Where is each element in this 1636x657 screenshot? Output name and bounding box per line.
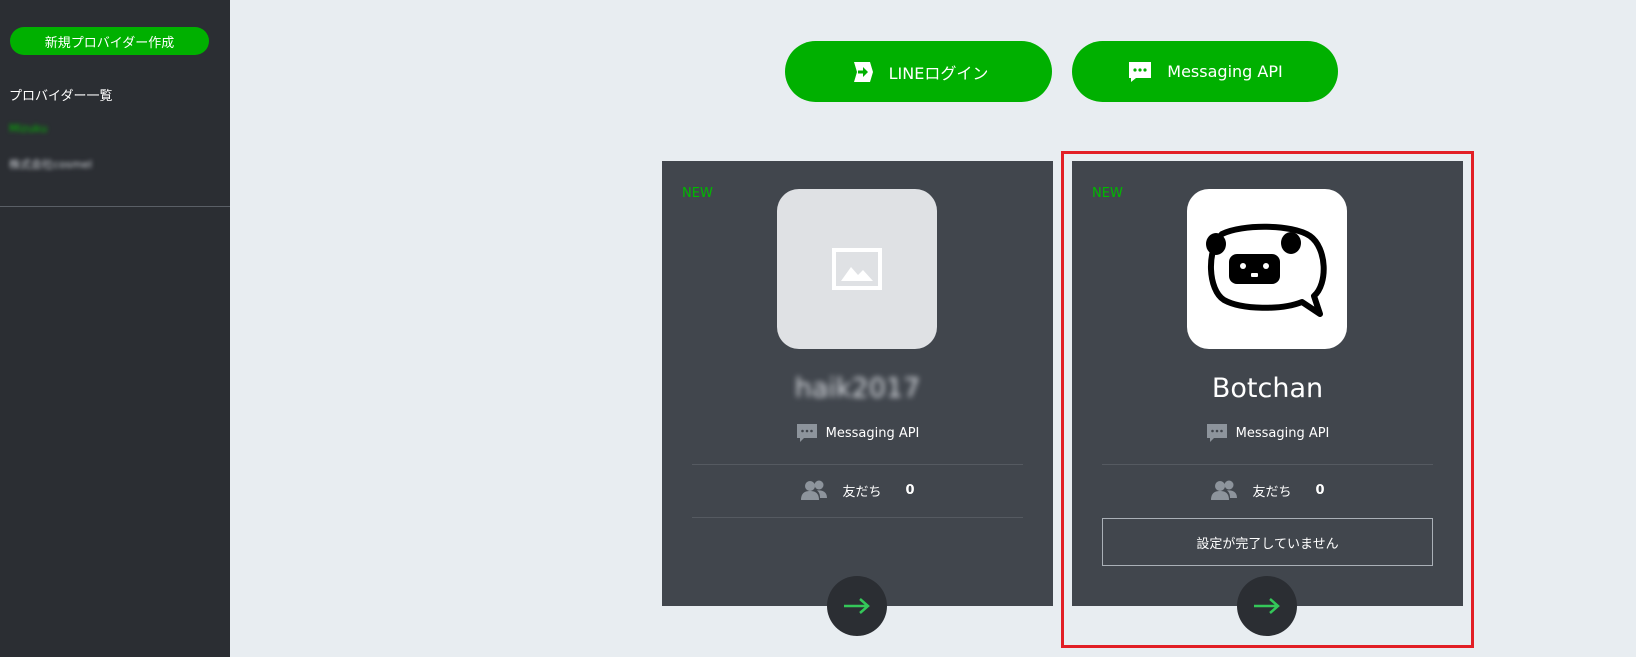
channel-card[interactable]: NEW haik2017 Messaging API 友だち 0 [662,161,1053,606]
friends-count: 0 [1315,482,1325,498]
channel-type-label: Messaging API [1235,425,1330,441]
friends-count: 0 [905,482,915,498]
new-badge: NEW [682,186,713,201]
sidebar-divider [0,206,230,207]
channel-type-label: Messaging API [825,425,920,441]
messaging-api-label: Messaging API [1167,62,1283,81]
divider [1102,464,1433,465]
friends-label: 友だち [842,484,882,500]
channel-name: haik2017 [794,373,921,404]
sidebar-item-provider-2[interactable]: 株式会社cosmel [9,156,92,172]
line-login-label: LINEログイン [888,63,989,83]
line-login-button[interactable]: LINEログイン [785,41,1052,102]
arrow-right-icon [844,598,870,614]
open-channel-button[interactable] [1237,576,1297,636]
friends-label: 友だち [1252,484,1292,500]
provider-list-title: プロバイダー一覧 [9,89,113,104]
botchan-panda-icon [1187,189,1347,349]
channel-name: Botchan [1211,373,1324,404]
messaging-api-button[interactable]: Messaging API [1072,41,1338,102]
new-badge: NEW [1092,186,1123,201]
friends-icon [1211,480,1238,500]
chat-bubble-icon [796,424,817,442]
login-arrow-icon [849,59,875,85]
chat-bubble-icon [1206,424,1227,442]
divider [692,464,1023,465]
chat-bubble-icon [1127,59,1153,85]
new-provider-button[interactable]: 新規プロバイダー作成 [10,27,209,55]
image-placeholder-icon [777,189,937,349]
open-channel-button[interactable] [827,576,887,636]
setup-incomplete-notice: 設定が完了していません [1102,518,1433,566]
sidebar: 新規プロバイダー作成 プロバイダー一覧 Mizuku 株式会社cosmel [0,0,230,657]
channel-type: Messaging API [662,423,1053,443]
friends-row: 友だち 0 [1072,479,1463,501]
sidebar-item-provider-1[interactable]: Mizuku [9,122,47,135]
channel-card[interactable]: NEW Botchan Messaging API 友だち 0 設定が完了してい… [1072,161,1463,606]
divider [692,517,1023,518]
friends-icon [801,480,828,500]
friends-row: 友だち 0 [662,479,1053,501]
arrow-right-icon [1254,598,1280,614]
channel-type: Messaging API [1072,423,1463,443]
